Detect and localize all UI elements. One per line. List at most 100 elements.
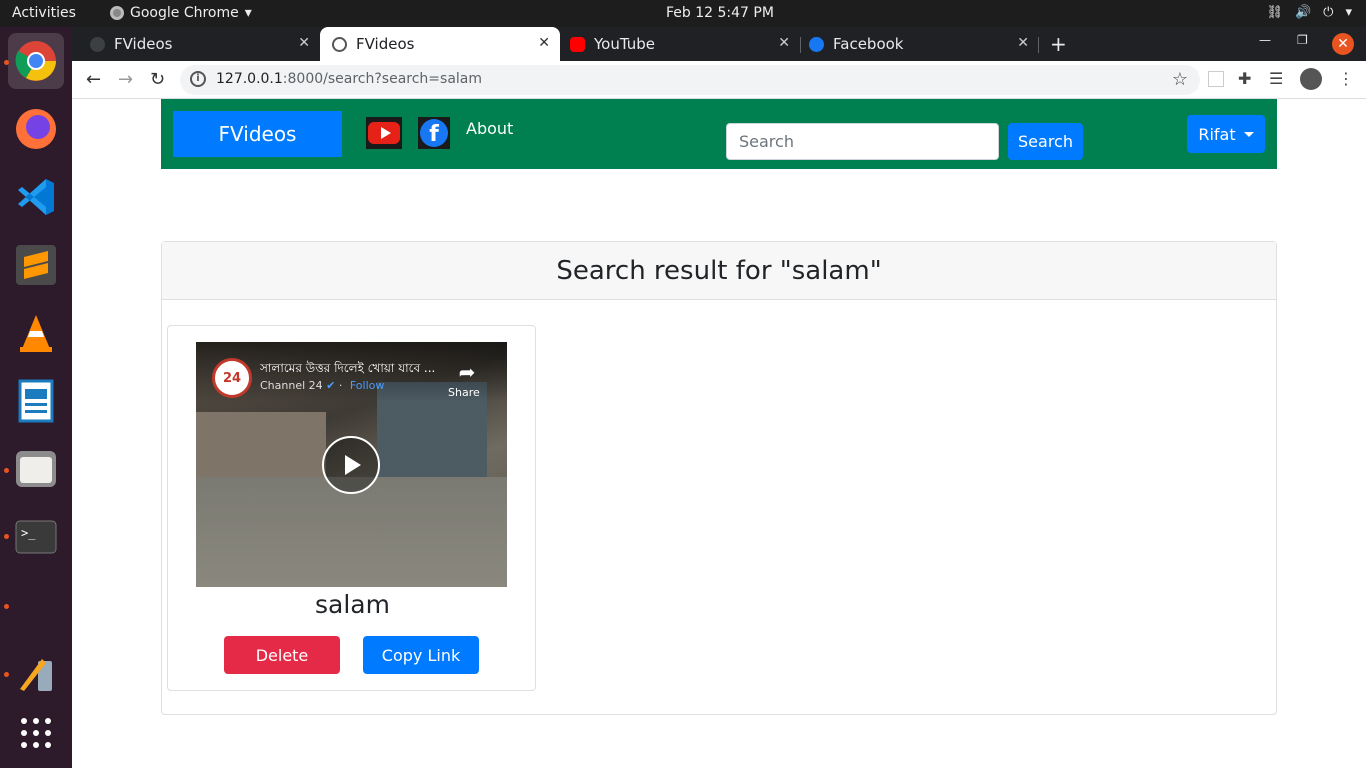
drawing-app-icon [20, 659, 52, 691]
system-tray[interactable]: ⛓ 🔊 ⏻ ▾ [1266, 5, 1352, 20]
tab-youtube[interactable]: YouTube ✕ [570, 27, 800, 61]
running-indicator [4, 468, 9, 473]
avatar[interactable] [1300, 68, 1322, 90]
globe-icon [90, 36, 105, 52]
activities-button[interactable]: Activities [12, 5, 76, 21]
back-button[interactable]: ← [86, 69, 101, 90]
dock: >_ [0, 27, 72, 768]
video-embed[interactable]: 24 সালামের উত্তর দিলেই খোয়া যাবে ... Ch… [196, 342, 507, 587]
chevron-down-icon: ▾ [244, 5, 252, 21]
tab-separator [800, 37, 801, 53]
maximize-button[interactable]: ❐ [1297, 33, 1308, 47]
running-indicator [4, 604, 9, 609]
tab-title: FVideos [114, 35, 173, 53]
forward-button[interactable]: → [118, 69, 133, 90]
grid-icon [21, 718, 51, 748]
tab-separator [1038, 37, 1039, 53]
dock-vscode[interactable] [8, 169, 64, 225]
share-icon[interactable]: ➦ [452, 360, 482, 384]
terminal-icon: >_ [15, 520, 57, 554]
document-writer-icon [18, 379, 54, 423]
info-icon[interactable]: i [190, 71, 206, 87]
tab-title: YouTube [594, 35, 655, 53]
close-icon[interactable]: ✕ [1017, 35, 1029, 51]
svg-text:>_: >_ [21, 526, 36, 540]
chevron-down-icon: ▾ [1345, 5, 1352, 20]
dock-files[interactable] [8, 441, 64, 497]
tab-fvideos-2[interactable]: FVideos ✕ [320, 27, 560, 61]
delete-button[interactable]: Delete [224, 636, 340, 674]
files-icon [16, 451, 56, 487]
chrome-icon [110, 6, 124, 20]
running-indicator [4, 672, 9, 677]
globe-icon [332, 36, 347, 52]
show-applications-button[interactable] [8, 705, 64, 761]
bookmark-star-icon[interactable]: ☆ [1172, 69, 1188, 90]
vscode-icon [18, 179, 54, 215]
sublime-text-icon [16, 245, 56, 285]
address-bar[interactable]: i 127.0.0.1:8000/search?search=salam ☆ [180, 65, 1200, 95]
user-name: Rifat [1198, 124, 1236, 144]
video-card: 24 সালামের উত্তর দিলেই খোয়া যাবে ... Ch… [167, 325, 536, 691]
app-name: Google Chrome [130, 5, 239, 21]
brand-logo[interactable]: FVideos [173, 111, 342, 157]
firefox-icon [16, 109, 56, 149]
youtube-icon[interactable] [366, 117, 402, 149]
minimize-button[interactable]: — [1259, 33, 1271, 47]
extension-icon[interactable] [1208, 71, 1224, 87]
dock-sublime[interactable] [8, 237, 64, 293]
verified-icon: ✔ [322, 379, 336, 392]
search-results-card: Search result for "salam" 24 সালামের উত্… [161, 241, 1277, 715]
running-indicator [4, 60, 9, 65]
video-title: salam [315, 590, 390, 619]
close-icon[interactable]: ✕ [538, 35, 550, 51]
clock[interactable]: Feb 12 5:47 PM [666, 5, 774, 21]
app-menu[interactable]: Google Chrome ▾ [110, 5, 252, 21]
follow-link[interactable]: Follow [350, 379, 385, 392]
tab-title: Facebook [833, 35, 904, 53]
more-menu-icon[interactable]: ⋮ [1338, 69, 1354, 88]
volume-icon: 🔊 [1294, 5, 1312, 20]
dock-vlc[interactable] [8, 305, 64, 361]
user-dropdown-button[interactable]: Rifat [1187, 115, 1265, 153]
facebook-icon [809, 36, 824, 52]
dock-chrome[interactable] [8, 33, 64, 89]
new-tab-button[interactable]: + [1050, 32, 1067, 56]
search-input[interactable] [726, 123, 999, 160]
dock-firefox[interactable] [8, 101, 64, 157]
media-control-icon[interactable]: ☰ [1269, 69, 1283, 88]
share-label[interactable]: Share [448, 386, 480, 399]
close-icon[interactable]: ✕ [778, 35, 790, 51]
dock-drawing[interactable] [8, 645, 64, 701]
network-icon: ⛓ [1266, 5, 1283, 20]
browser-toolbar: ← → ↻ i 127.0.0.1:8000/search?search=sal… [72, 61, 1366, 99]
puzzle-icon[interactable]: ✚ [1238, 69, 1251, 88]
close-icon[interactable]: ✕ [298, 35, 310, 51]
chrome-icon [15, 41, 56, 81]
caret-down-icon [1243, 131, 1254, 137]
embed-video-title[interactable]: সালামের উত্তর দিলেই খোয়া যাবে ... [260, 360, 440, 380]
url-text[interactable]: 127.0.0.1:8000/search?search=salam [216, 71, 482, 87]
embed-channel: Channel 24 ✔ · Follow [260, 379, 385, 392]
youtube-icon [570, 36, 585, 52]
power-icon: ⏻ [1323, 5, 1334, 20]
copy-link-button[interactable]: Copy Link [363, 636, 479, 674]
system-top-bar: Activities Google Chrome ▾ Feb 12 5:47 P… [0, 0, 1366, 27]
tab-title: FVideos [356, 35, 415, 53]
channel-logo[interactable]: 24 [212, 358, 252, 398]
play-button[interactable] [322, 436, 380, 494]
reload-button[interactable]: ↻ [150, 69, 165, 90]
page-content: FVideos f About Search Rifat Search resu… [72, 99, 1366, 768]
running-indicator [4, 534, 9, 539]
vlc-icon [20, 315, 52, 352]
dock-writer[interactable] [8, 373, 64, 429]
tab-strip: FVideos ✕ FVideos ✕ YouTube ✕ Facebook ✕… [72, 27, 1366, 61]
facebook-icon[interactable]: f [418, 117, 450, 149]
site-navbar: FVideos f About Search Rifat [161, 99, 1277, 169]
about-link[interactable]: About [466, 119, 513, 138]
search-button[interactable]: Search [1008, 123, 1083, 160]
dock-terminal[interactable]: >_ [8, 509, 64, 565]
tab-fvideos-1[interactable]: FVideos ✕ [90, 27, 320, 61]
tab-facebook[interactable]: Facebook ✕ [809, 27, 1039, 61]
close-window-button[interactable]: ✕ [1332, 33, 1354, 55]
